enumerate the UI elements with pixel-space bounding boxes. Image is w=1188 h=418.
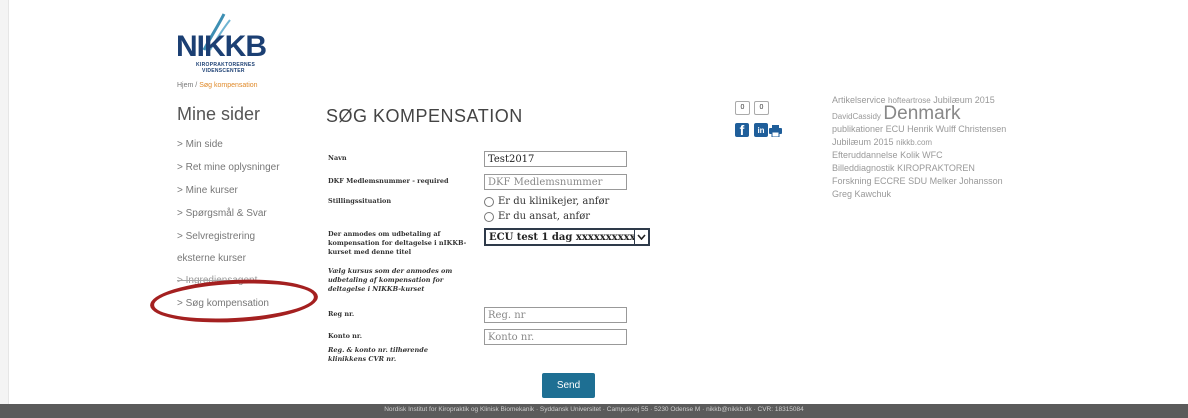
tag[interactable]: WFC: [922, 150, 943, 160]
reg-number-field[interactable]: [484, 307, 627, 323]
breadcrumb-home[interactable]: Hjem: [177, 82, 193, 89]
breadcrumb-current[interactable]: Søg kompensation: [199, 82, 257, 89]
tag[interactable]: Kolik: [900, 150, 920, 160]
sidebar-item-mine-kurser[interactable]: > Mine kurser: [177, 185, 238, 196]
radio-circle-icon[interactable]: [484, 211, 494, 222]
facebook-icon-glyph: f: [739, 122, 745, 138]
tag[interactable]: Melker Johansson: [930, 176, 1003, 186]
logo-wordmark: NIKKB: [176, 30, 267, 63]
nikkb-logo[interactable]: NIKKB KIROPRAKTORERNES VIDENSCENTER: [176, 12, 276, 80]
chevron-down-icon[interactable]: [634, 230, 648, 244]
tag[interactable]: Efteruddannelse: [832, 150, 898, 160]
sidebar-item-eksterne-kurser[interactable]: eksterne kurser: [177, 253, 246, 264]
logo-subtitle: KIROPRAKTORERNES VIDENSCENTER: [196, 62, 255, 74]
tag[interactable]: Forskning: [832, 176, 872, 186]
course-help-text: Vælg kursus som der anmodes om udbetalin…: [328, 267, 453, 293]
linkedin-icon-glyph: in: [757, 125, 765, 135]
course-select-value: ECU test 1 dag xxxxxxxxxxxxx: [489, 232, 650, 243]
tag[interactable]: Greg Kawchuk: [832, 189, 891, 199]
course-label: Der anmodes om udbetaling af kompensatio…: [328, 230, 467, 256]
linkedin-share-count: 0: [754, 101, 769, 115]
radio-circle-icon[interactable]: [484, 196, 494, 207]
tag-cloud: Artikelservice hofteartrose Jubilæum 201…: [832, 94, 1062, 201]
member-number-label: DKF Medlemsnummer - required: [328, 177, 449, 185]
annotation-circle: [149, 275, 319, 327]
position-label: Stillingssituation: [328, 197, 392, 205]
tag[interactable]: ECCRE: [874, 176, 906, 186]
tag[interactable]: SDU: [908, 176, 927, 186]
sidebar-item-selvregistrering[interactable]: > Selvregistrering: [177, 231, 255, 242]
tag[interactable]: ECU: [886, 124, 905, 134]
send-button[interactable]: Send: [542, 373, 595, 398]
tag[interactable]: Artikelservice: [832, 95, 886, 105]
member-number-field[interactable]: [484, 174, 627, 190]
name-field[interactable]: [484, 151, 627, 167]
account-number-field[interactable]: [484, 329, 627, 345]
radio-clinic-owner-label: Er du klinikejer, anfør: [498, 196, 610, 207]
tag[interactable]: Denmark: [883, 103, 960, 124]
reg-number-label: Reg nr.: [328, 310, 355, 318]
name-label: Navn: [328, 154, 347, 162]
sidebar-item-min-side[interactable]: > Min side: [177, 139, 223, 150]
logo-subtitle-line-2: VIDENSCENTER: [202, 68, 245, 74]
radio-employee-label: Er du ansat, anfør: [498, 211, 591, 222]
tag[interactable]: Jubilæum 2015: [832, 137, 894, 147]
facebook-icon[interactable]: f: [735, 122, 749, 138]
radio-employee[interactable]: Er du ansat, anfør: [484, 211, 590, 222]
tag[interactable]: DavidCassidy: [832, 112, 881, 121]
tag[interactable]: nikkb.com: [896, 138, 932, 147]
sidebar-item-faq[interactable]: > Spørgsmål & Svar: [177, 208, 267, 219]
linkedin-icon[interactable]: in: [754, 123, 768, 137]
page-title: SØG KOMPENSATION: [326, 106, 523, 126]
breadcrumb: Hjem / Søg kompensation: [177, 82, 258, 89]
facebook-share-count: 0: [735, 101, 750, 115]
sidebar-title: Mine sider: [177, 104, 261, 124]
tag[interactable]: Henrik Wulff Christensen: [907, 124, 1006, 134]
page-left-edge: [0, 0, 9, 404]
tag[interactable]: publikationer: [832, 124, 883, 134]
tag[interactable]: KIROPRAKTOREN: [897, 163, 975, 173]
account-number-label: Konto nr.: [328, 332, 362, 340]
course-select[interactable]: ECU test 1 dag xxxxxxxxxxxxx: [484, 228, 650, 246]
radio-clinic-owner[interactable]: Er du klinikejer, anfør: [484, 196, 609, 207]
tag[interactable]: Billeddiagnostik: [832, 163, 895, 173]
footer-text: Nordisk Institut for Kiropraktik og Klin…: [384, 406, 804, 413]
sidebar-item-ret-oplysninger[interactable]: > Ret mine oplysninger: [177, 162, 280, 173]
account-help-text: Reg. & konto nr. tilhørende klinikkens C…: [328, 346, 428, 363]
print-icon[interactable]: [768, 124, 782, 138]
